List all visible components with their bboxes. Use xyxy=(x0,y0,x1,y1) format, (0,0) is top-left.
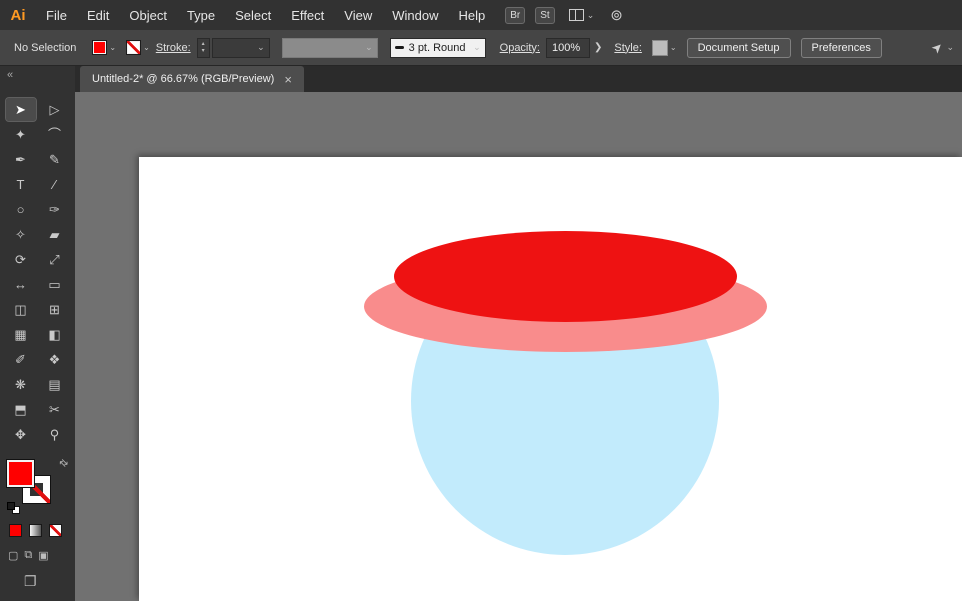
selection-tool[interactable]: ➤ xyxy=(4,97,37,122)
bridge-button[interactable]: Br xyxy=(505,6,526,24)
hand-tool[interactable]: ✥ xyxy=(6,423,36,446)
stroke-color-swatch[interactable] xyxy=(126,40,142,55)
menu-item-select[interactable]: Select xyxy=(225,8,281,23)
ellipse-tool[interactable]: ○ xyxy=(6,198,36,221)
document-tab-title: Untitled-2* @ 66.67% (RGB/Preview) xyxy=(92,73,275,85)
document-setup-button[interactable]: Document Setup xyxy=(686,37,791,58)
chevron-down-icon: ⌄ xyxy=(473,42,481,52)
close-icon[interactable]: × xyxy=(284,72,292,87)
preferences-button[interactable]: Preferences xyxy=(800,37,882,58)
rotate-tool[interactable]: ⟳ xyxy=(6,248,36,271)
chevron-down-icon: ⌄ xyxy=(257,42,265,52)
free-transform-tool[interactable]: ▭ xyxy=(40,273,70,296)
draw-inside-mode-icon[interactable]: ▣ xyxy=(38,549,48,562)
blend-tool[interactable]: ❖ xyxy=(40,348,70,371)
menu-item-type[interactable]: Type xyxy=(177,8,225,23)
tool-options-button[interactable]: ➤ ⌄ xyxy=(927,38,954,56)
default-fill-chip xyxy=(7,502,15,510)
shape-builder-tool[interactable]: ◫ xyxy=(6,298,36,321)
opacity-arrow-icon[interactable]: ❯ xyxy=(590,42,606,53)
stepper-up-icon[interactable]: ▴ xyxy=(202,41,205,48)
fill-indicator-swatch[interactable] xyxy=(7,460,34,487)
column-graph-tool[interactable]: ▤ xyxy=(40,373,70,396)
menu-bar: Ai File Edit Object Type Select Effect View Win… xyxy=(0,0,962,30)
toolbar-collapse-button[interactable]: « xyxy=(7,69,13,81)
pen-tool[interactable]: ✒ xyxy=(6,148,36,171)
brush-definition-dropdown[interactable]: 3 pt. Round ⌄ xyxy=(389,37,486,58)
variable-width-profile-dropdown: ⌄ xyxy=(281,37,378,58)
eraser-tool[interactable]: ▰ xyxy=(40,223,70,246)
control-bar: No Selection ⌄ ⌄ Stroke: ▴ ▾ ⌄ ⌄ 3 pt. R… xyxy=(0,30,962,66)
selection-status: No Selection xyxy=(14,41,77,54)
paintbrush-tool[interactable]: ✑ xyxy=(40,198,70,221)
symbol-sprayer-tool[interactable]: ❋ xyxy=(6,373,36,396)
brush-name: 3 pt. Round xyxy=(408,41,466,54)
artboard-tool[interactable]: ⬒ xyxy=(6,398,36,421)
lasso-tool[interactable]: ⌒ xyxy=(40,123,70,146)
chevron-down-icon[interactable]: ⌄ xyxy=(143,43,150,52)
chevron-down-icon[interactable]: ⌄ xyxy=(109,43,116,52)
tools-panel: « ➤ ▷ ✦ ⌒ ✒ ✎ T ∕ ○ ✑ ✧ ▰ ⟳ ⤢ ↔ ▭ ◫ ⊞ ▦ ◧ ✐ ❖ ❋ ▤ ⬒ ✂ ✥ ⚲ ⇄ ▢ ⧉ ▣ ❐ xyxy=(0,66,75,601)
stepper-down-icon[interactable]: ▾ xyxy=(202,48,205,55)
stroke-label[interactable]: Stroke: xyxy=(156,42,191,54)
draw-behind-mode-icon[interactable]: ⧉ xyxy=(24,549,32,562)
document-tab[interactable]: Untitled-2* @ 66.67% (RGB/Preview) × xyxy=(80,66,304,92)
mesh-tool[interactable]: ▦ xyxy=(6,323,36,346)
chevron-down-icon: ⌄ xyxy=(946,42,954,52)
red-ellipse-shape[interactable] xyxy=(394,231,737,322)
workspace-icon xyxy=(568,9,584,21)
color-button[interactable] xyxy=(9,524,22,537)
menu-item-edit[interactable]: Edit xyxy=(77,8,119,23)
scale-tool[interactable]: ⤢ xyxy=(40,248,70,271)
opacity-label[interactable]: Opacity: xyxy=(500,42,540,54)
workspace-switcher-button[interactable]: ⌄ xyxy=(568,9,595,21)
stroke-weight-stepper[interactable]: ▴ ▾ xyxy=(196,37,210,58)
share-icon[interactable]: ⊚ xyxy=(610,6,623,24)
gradient-tool[interactable]: ◧ xyxy=(40,323,70,346)
direct-selection-tool[interactable]: ▷ xyxy=(40,98,70,121)
stroke-weight-combo[interactable]: ⌄ xyxy=(211,37,270,58)
screen-mode-icon[interactable]: ❐ xyxy=(24,573,37,590)
magic-wand-tool[interactable]: ✦ xyxy=(6,123,36,146)
menu-item-file[interactable]: File xyxy=(36,8,77,23)
style-swatch[interactable] xyxy=(651,39,668,56)
cursor-icon: ➤ xyxy=(927,37,946,57)
draw-normal-mode-icon[interactable]: ▢ xyxy=(8,549,18,562)
fill-stroke-control: ⇄ xyxy=(7,457,70,514)
drawing-modes-row: ▢ ⧉ ▣ xyxy=(8,549,49,562)
style-label[interactable]: Style: xyxy=(614,42,642,54)
color-mode-row xyxy=(9,524,62,537)
document-tab-bar: Untitled-2* @ 66.67% (RGB/Preview) × xyxy=(75,66,962,92)
curvature-tool[interactable]: ✎ xyxy=(40,148,70,171)
menu-item-help[interactable]: Help xyxy=(448,8,495,23)
slice-tool[interactable]: ✂ xyxy=(40,398,70,421)
brush-preview-icon xyxy=(394,46,404,49)
type-tool[interactable]: T xyxy=(6,173,36,196)
opacity-field[interactable]: 100% xyxy=(546,37,590,58)
line-segment-tool[interactable]: ∕ xyxy=(40,173,70,196)
perspective-grid-tool[interactable]: ⊞ xyxy=(40,298,70,321)
stock-button[interactable]: St xyxy=(535,6,555,24)
width-tool[interactable]: ↔ xyxy=(6,273,36,296)
app-logo: Ai xyxy=(10,6,26,24)
shaper-tool[interactable]: ✧ xyxy=(6,223,36,246)
gradient-button[interactable] xyxy=(29,524,42,537)
swap-fill-stroke-icon[interactable]: ⇄ xyxy=(56,457,70,471)
menu-item-effect[interactable]: Effect xyxy=(281,8,334,23)
none-button[interactable] xyxy=(49,524,62,537)
menu-item-view[interactable]: View xyxy=(334,8,382,23)
zoom-tool[interactable]: ⚲ xyxy=(40,423,70,446)
tools-grid: ➤ ▷ ✦ ⌒ ✒ ✎ T ∕ ○ ✑ ✧ ▰ ⟳ ⤢ ↔ ▭ ◫ ⊞ ▦ ◧ ✐ ❖ ❋ ▤ ⬒ ✂ ✥ ⚲ xyxy=(0,97,75,446)
chevron-down-icon: ⌄ xyxy=(365,42,373,52)
default-fill-stroke-icon[interactable] xyxy=(7,502,21,514)
fill-color-swatch[interactable] xyxy=(92,40,108,55)
chevron-down-icon: ⌄ xyxy=(586,9,595,20)
menu-item-window[interactable]: Window xyxy=(382,8,448,23)
chevron-down-icon[interactable]: ⌄ xyxy=(670,43,677,52)
menubar-menus: File Edit Object Type Select Effect View Window… xyxy=(36,8,495,23)
menu-item-object[interactable]: Object xyxy=(119,8,177,23)
eyedropper-tool[interactable]: ✐ xyxy=(6,348,36,371)
